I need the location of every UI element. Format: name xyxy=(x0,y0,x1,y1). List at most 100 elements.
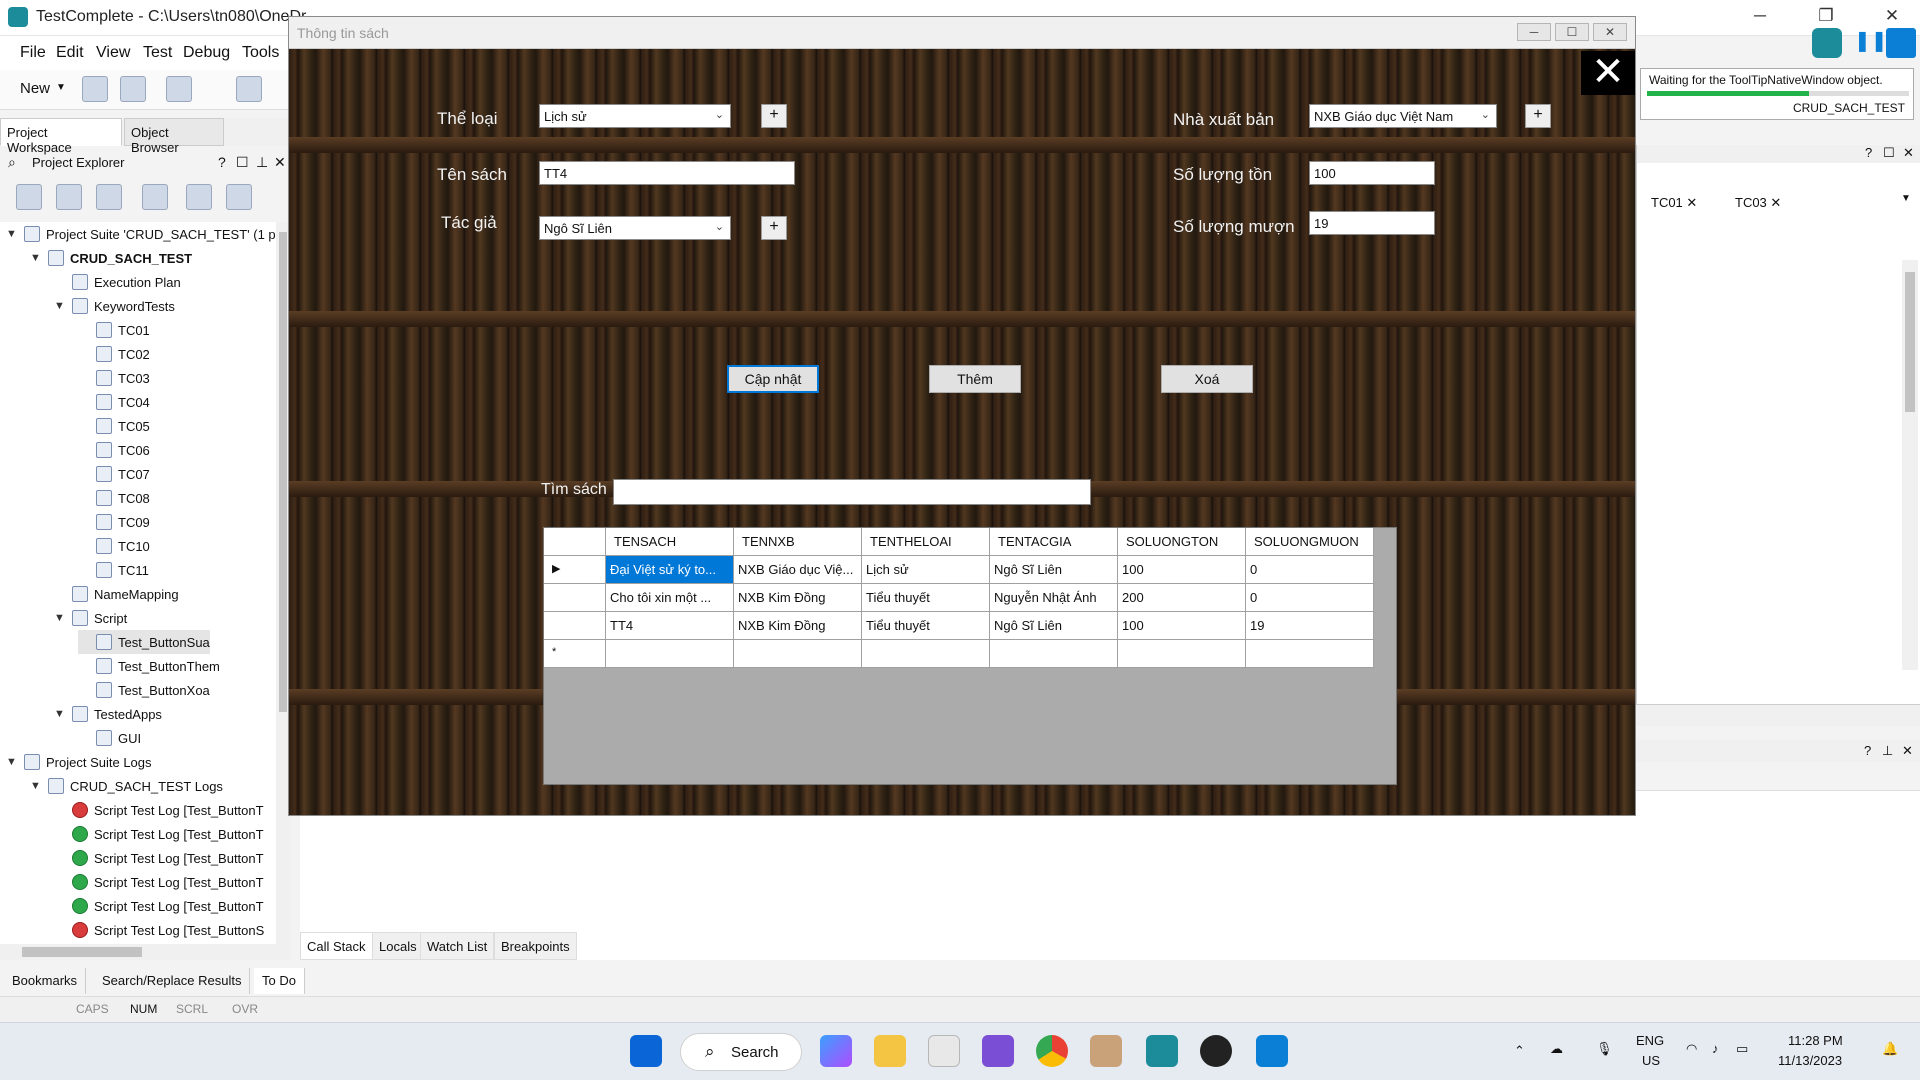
tree-item[interactable]: TC05 xyxy=(78,414,150,438)
file-explorer-icon[interactable] xyxy=(874,1035,906,1067)
run-icon[interactable] xyxy=(186,184,212,210)
genre-combobox[interactable]: Lịch sử ⌄ xyxy=(539,104,731,128)
float-icon[interactable]: ☐ xyxy=(1883,145,1895,161)
grid-cell[interactable]: Ngô Sĩ Liên xyxy=(990,556,1118,584)
menu-edit[interactable]: Edit xyxy=(56,44,84,62)
grid-cell[interactable]: Lịch sử xyxy=(862,556,990,584)
close-icon[interactable]: ✕ xyxy=(1770,195,1781,210)
grid-cell[interactable]: NXB Kim Đồng xyxy=(734,584,862,612)
grid-cell[interactable]: 0 xyxy=(1246,584,1374,612)
tree-item[interactable]: ▼ KeywordTests xyxy=(54,294,175,318)
menu-view[interactable]: View xyxy=(96,44,130,62)
tab-object-browser[interactable]: Object Browser xyxy=(124,118,224,155)
add-genre-button[interactable]: + xyxy=(761,104,787,128)
microphone-icon[interactable]: 🎙 xyxy=(1596,1041,1613,1057)
grid-cell[interactable] xyxy=(1246,640,1374,668)
grid-cell[interactable]: 0 xyxy=(1246,556,1374,584)
tab-call-stack[interactable]: Call Stack xyxy=(300,932,373,960)
notification-bell-icon[interactable]: 🔔 xyxy=(1882,1041,1898,1057)
copy-icon[interactable] xyxy=(96,184,122,210)
book-name-input[interactable]: TT4 xyxy=(539,161,795,185)
tree-item[interactable]: TC06 xyxy=(78,438,150,462)
add-new-item-icon[interactable] xyxy=(16,184,42,210)
chevron-down-icon[interactable]: ⌄ xyxy=(1481,108,1490,121)
grid-cell[interactable]: Cho tôi xin một ... xyxy=(606,584,734,612)
tree-item[interactable]: TC11 xyxy=(78,558,149,582)
expand-toggle-icon[interactable]: ▼ xyxy=(54,708,68,720)
grid-cell[interactable] xyxy=(1118,640,1246,668)
app-window-taskbar-icon[interactable] xyxy=(1256,1035,1288,1067)
help-icon[interactable]: ? xyxy=(1865,145,1872,160)
float-icon[interactable]: ☐ xyxy=(236,154,249,171)
grid-cell[interactable]: TT4 xyxy=(606,612,734,640)
menu-tools[interactable]: Tools xyxy=(242,44,279,62)
testcomplete-taskbar-icon[interactable] xyxy=(1146,1035,1178,1067)
editor-tab-tc01[interactable]: TC01 ✕ xyxy=(1645,191,1703,215)
chrome-icon[interactable] xyxy=(1036,1035,1068,1067)
close-icon[interactable]: ✕ xyxy=(1902,743,1913,759)
tab-breakpoints[interactable]: Breakpoints xyxy=(494,932,577,960)
stop-icon[interactable] xyxy=(1886,28,1916,58)
tree-item[interactable]: ▼ Script xyxy=(54,606,127,630)
tree-item[interactable]: ▼ Project Suite Logs xyxy=(6,750,152,774)
grid-cell[interactable] xyxy=(990,640,1118,668)
pin-icon[interactable]: ⊥ xyxy=(256,154,268,171)
tree-item[interactable]: Script Test Log [Test_ButtonT xyxy=(54,822,264,846)
tab-project-workspace[interactable]: Project Workspace xyxy=(0,118,122,155)
chevron-down-icon[interactable]: ▼ xyxy=(1901,193,1911,204)
tree-item[interactable]: Script Test Log [Test_ButtonT xyxy=(54,798,264,822)
expand-toggle-icon[interactable]: ▼ xyxy=(6,756,20,768)
editor-scrollbar[interactable] xyxy=(1902,260,1918,670)
column-header[interactable]: TENTACGIA xyxy=(990,528,1118,556)
new-button[interactable]: New xyxy=(20,80,50,97)
tree-item[interactable]: Test_ButtonThem xyxy=(78,654,220,678)
minimize-icon[interactable]: ─ xyxy=(1740,6,1780,30)
tab-bookmarks[interactable]: Bookmarks xyxy=(4,968,87,994)
delete-button[interactable]: Xoá xyxy=(1161,365,1253,393)
properties-icon[interactable] xyxy=(142,184,168,210)
grid-cell[interactable]: Tiểu thuyết xyxy=(862,584,990,612)
grid-cell[interactable]: NXB Giáo dục Việ... xyxy=(734,556,862,584)
update-button[interactable]: Cập nhật xyxy=(727,365,819,393)
tab-locals[interactable]: Locals xyxy=(372,932,424,960)
taskbar-search[interactable]: ⌕ Search xyxy=(680,1033,802,1071)
grid-corner[interactable] xyxy=(544,528,606,556)
row-header[interactable]: ▶ xyxy=(544,556,606,584)
grid-cell[interactable]: 100 xyxy=(1118,612,1246,640)
expand-toggle-icon[interactable]: ▼ xyxy=(6,228,20,240)
snipping-tool-icon[interactable] xyxy=(928,1035,960,1067)
open-icon[interactable] xyxy=(82,76,108,102)
battery-icon[interactable]: ▭ xyxy=(1736,1041,1748,1057)
maximize-icon[interactable]: ☐ xyxy=(1555,23,1589,41)
tree-item[interactable]: ▼ CRUD_SACH_TEST Logs xyxy=(30,774,223,798)
obs-icon[interactable] xyxy=(1200,1035,1232,1067)
column-header[interactable]: SOLUONGTON xyxy=(1118,528,1246,556)
close-icon[interactable]: ✕ xyxy=(1686,195,1697,210)
chevron-down-icon[interactable]: ⌄ xyxy=(715,220,724,233)
grid-cell[interactable] xyxy=(734,640,862,668)
help-icon[interactable]: ? xyxy=(218,154,226,170)
language-us[interactable]: US xyxy=(1642,1053,1660,1068)
add-publisher-button[interactable]: + xyxy=(1525,104,1551,128)
tab-todo[interactable]: To Do xyxy=(254,968,305,994)
column-header[interactable]: TENNXB xyxy=(734,528,862,556)
menu-test[interactable]: Test xyxy=(143,44,172,62)
clock-date[interactable]: 11/13/2023 xyxy=(1778,1053,1842,1068)
tree-item[interactable]: Script Test Log [Test_ButtonS xyxy=(54,918,264,942)
chevron-up-icon[interactable]: ⌃ xyxy=(1514,1043,1525,1059)
grid-cell[interactable]: 19 xyxy=(1246,612,1374,640)
borrowed-input[interactable]: 19 xyxy=(1309,211,1435,235)
chevron-down-icon[interactable]: ⌄ xyxy=(715,108,724,121)
tree-item[interactable]: ▼ TestedApps xyxy=(54,702,162,726)
column-header[interactable]: TENSACH xyxy=(606,528,734,556)
tree-item[interactable]: Script Test Log [Test_ButtonT xyxy=(54,870,264,894)
tree-item[interactable]: Script Test Log [Test_ButtonT xyxy=(54,846,264,870)
expand-toggle-icon[interactable]: ▼ xyxy=(54,300,68,312)
tab-search-replace[interactable]: Search/Replace Results xyxy=(94,968,251,994)
search-input[interactable] xyxy=(613,479,1091,505)
tree-item[interactable]: TC07 xyxy=(78,462,150,486)
grid-cell[interactable]: Ngô Sĩ Liên xyxy=(990,612,1118,640)
column-header[interactable]: TENTHELOAI xyxy=(862,528,990,556)
add-item-icon[interactable] xyxy=(236,76,262,102)
tree-item[interactable]: TC03 xyxy=(78,366,150,390)
